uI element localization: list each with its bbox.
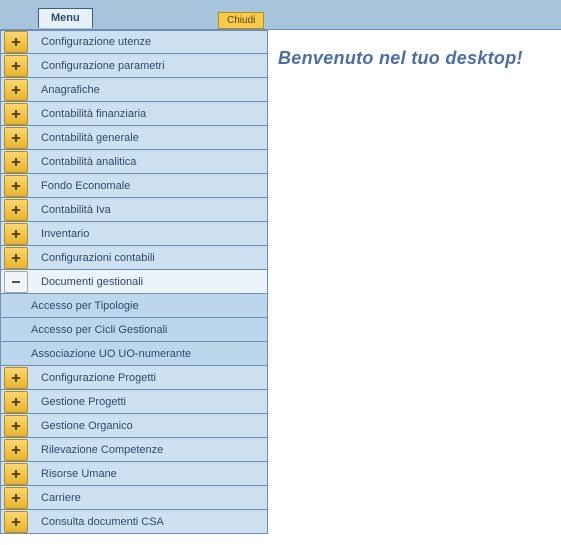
sidebar-subitem-label: Accesso per Cicli Gestionali: [31, 324, 167, 336]
sidebar-subitem[interactable]: Accesso per Tipologie: [0, 294, 268, 318]
sidebar-subitem[interactable]: Associazione UO UO-numerante: [0, 342, 268, 366]
collapse-icon[interactable]: [4, 271, 28, 293]
sidebar-item[interactable]: Rilevazione Competenze: [0, 438, 268, 462]
expand-icon[interactable]: [4, 175, 28, 197]
body: Configurazione utenze Configurazione para…: [0, 30, 561, 545]
sidebar-item[interactable]: Configurazioni contabili: [0, 246, 268, 270]
expand-icon[interactable]: [4, 391, 28, 413]
sidebar-item-label: Documenti gestionali: [31, 276, 143, 288]
sidebar-item[interactable]: Inventario: [0, 222, 268, 246]
expand-icon[interactable]: [4, 151, 28, 173]
sidebar-item-label: Anagrafiche: [31, 84, 100, 96]
sidebar-subitem[interactable]: Accesso per Cicli Gestionali: [0, 318, 268, 342]
sidebar-item[interactable]: Documenti gestionali: [0, 270, 268, 294]
sidebar-item[interactable]: Configurazione parametri: [0, 54, 268, 78]
sidebar-item-label: Fondo Economale: [31, 180, 130, 192]
expand-icon[interactable]: [4, 439, 28, 461]
app-window: Menu Chiudi Configurazione utenzeConfigu…: [0, 0, 561, 545]
sidebar-subitem-label: Associazione UO UO-numerante: [31, 348, 191, 360]
expand-icon[interactable]: [4, 463, 28, 485]
sidebar-item[interactable]: Consulta documenti CSA: [0, 510, 268, 534]
sidebar-item[interactable]: Gestione Progetti: [0, 390, 268, 414]
content-area: Benvenuto nel tuo desktop!: [268, 30, 561, 545]
sidebar-item-label: Contabilità finanziaria: [31, 108, 146, 120]
sidebar-item-label: Risorse Umane: [31, 468, 117, 480]
expand-icon[interactable]: [4, 511, 28, 533]
menu-tab[interactable]: Menu: [38, 8, 93, 28]
menu-tab-label: Menu: [51, 12, 80, 24]
sidebar-item[interactable]: Contabilità finanziaria: [0, 102, 268, 126]
expand-icon[interactable]: [4, 367, 28, 389]
sidebar-item[interactable]: Risorse Umane: [0, 462, 268, 486]
sidebar-item[interactable]: Carriere: [0, 486, 268, 510]
expand-icon[interactable]: [4, 199, 28, 221]
sidebar-item-label: Contabilità analitica: [31, 156, 136, 168]
expand-icon[interactable]: [4, 487, 28, 509]
sidebar-item-label: Configurazione utenze: [31, 36, 151, 48]
expand-icon[interactable]: [4, 103, 28, 125]
chiudi-button[interactable]: Chiudi: [218, 12, 264, 29]
sidebar-item-label: Configurazioni contabili: [31, 252, 155, 264]
welcome-text: Benvenuto nel tuo desktop!: [278, 48, 551, 69]
expand-icon[interactable]: [4, 79, 28, 101]
sidebar-item[interactable]: Contabilità Iva: [0, 198, 268, 222]
expand-icon[interactable]: [4, 127, 28, 149]
sidebar-item[interactable]: Gestione Organico: [0, 414, 268, 438]
expand-icon[interactable]: [4, 223, 28, 245]
sidebar-item-label: Gestione Progetti: [31, 396, 126, 408]
sidebar-item-label: Carriere: [31, 492, 81, 504]
sidebar-item[interactable]: Contabilità analitica: [0, 150, 268, 174]
sidebar-item-label: Contabilità Iva: [31, 204, 111, 216]
header-bar: Menu Chiudi: [0, 0, 561, 30]
sidebar-item[interactable]: Anagrafiche: [0, 78, 268, 102]
expand-icon[interactable]: [4, 31, 28, 53]
sidebar-item-label: Inventario: [31, 228, 89, 240]
sidebar-item[interactable]: Fondo Economale: [0, 174, 268, 198]
expand-icon[interactable]: [4, 247, 28, 269]
sidebar-item-label: Gestione Organico: [31, 420, 133, 432]
sidebar-item[interactable]: Configurazione utenze: [0, 30, 268, 54]
sidebar-item-label: Rilevazione Competenze: [31, 444, 163, 456]
expand-icon[interactable]: [4, 55, 28, 77]
sidebar-item[interactable]: Configurazione Progetti: [0, 366, 268, 390]
sidebar-item-label: Configurazione parametri: [31, 60, 165, 72]
chiudi-button-label: Chiudi: [227, 15, 255, 26]
sidebar-item-label: Contabilità generale: [31, 132, 139, 144]
sidebar: Configurazione utenze Configurazione para…: [0, 30, 268, 545]
sidebar-item-label: Consulta documenti CSA: [31, 516, 164, 528]
sidebar-item[interactable]: Contabilità generale: [0, 126, 268, 150]
sidebar-subitem-label: Accesso per Tipologie: [31, 300, 139, 312]
expand-icon[interactable]: [4, 415, 28, 437]
sidebar-item-label: Configurazione Progetti: [31, 372, 156, 384]
